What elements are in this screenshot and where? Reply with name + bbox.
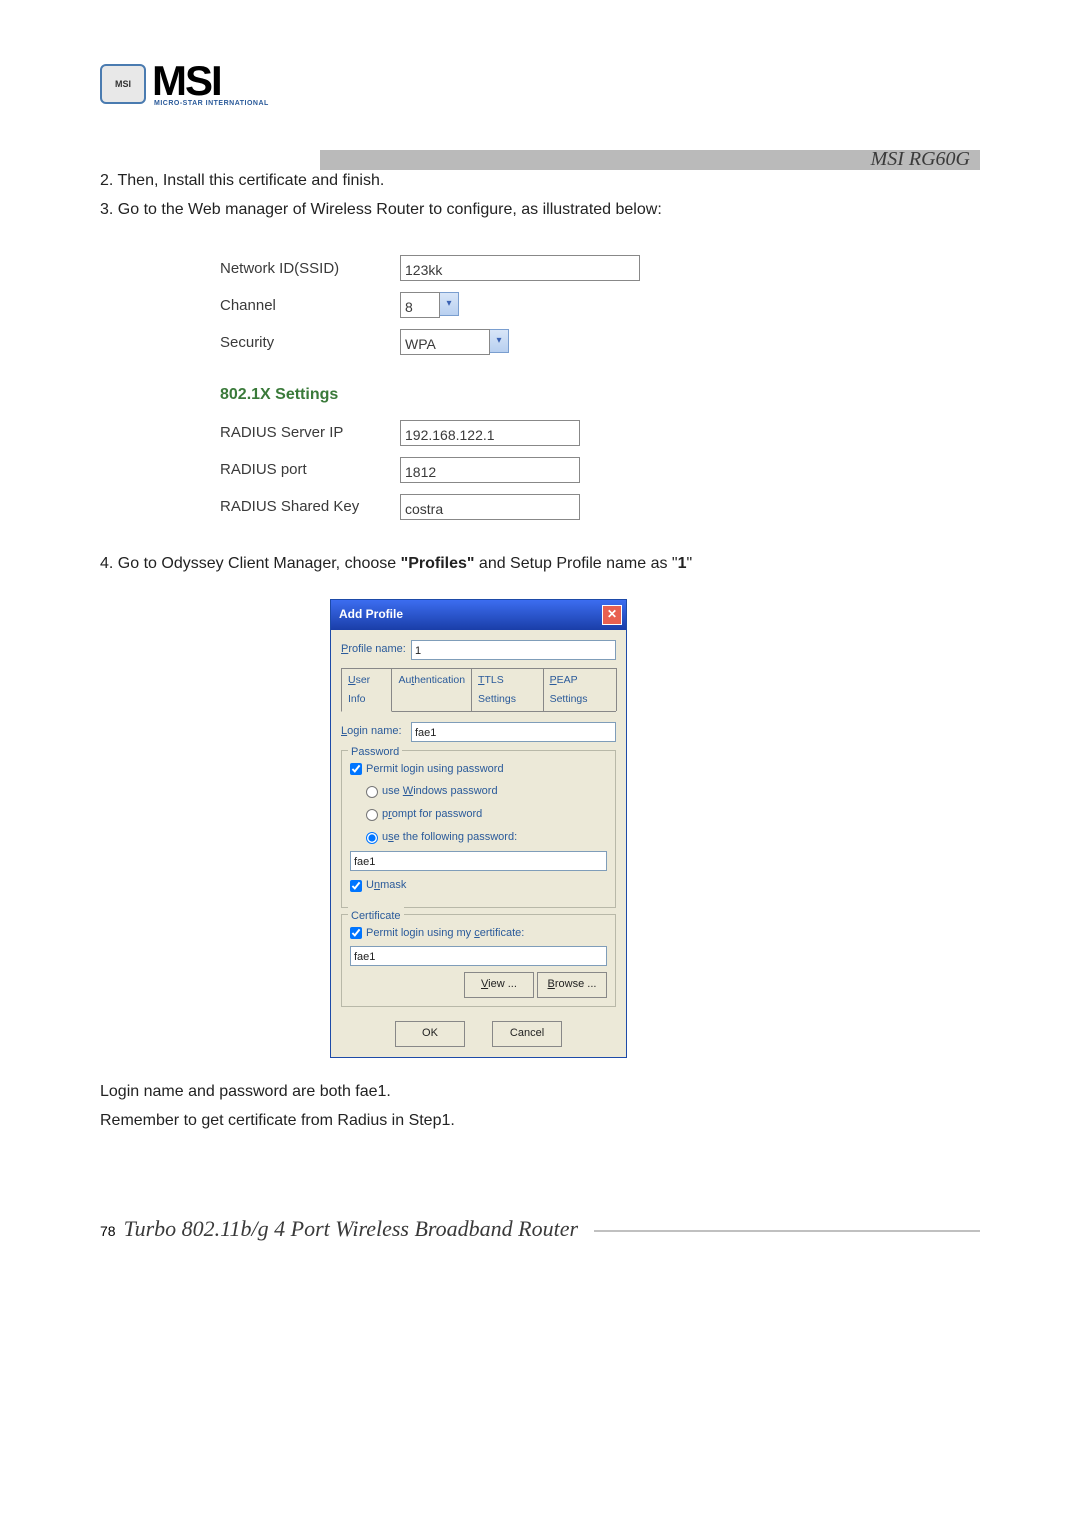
- use-windows-label: use Windows password: [382, 782, 498, 802]
- cancel-button[interactable]: Cancel: [492, 1021, 562, 1047]
- model-name: MSI RG60G: [871, 148, 970, 171]
- footer-divider: [594, 1230, 980, 1232]
- chevron-down-icon[interactable]: ▾: [490, 329, 509, 353]
- login-name-input[interactable]: fae1: [411, 722, 616, 742]
- profile-name-input[interactable]: 1: [411, 640, 616, 660]
- permit-certificate-label: Permit login using my certificate:: [366, 924, 524, 944]
- security-select[interactable]: WPA: [400, 329, 490, 355]
- channel-label: Channel: [220, 292, 400, 319]
- logo-text: MSI: [152, 60, 269, 102]
- browse-button[interactable]: Browse ...: [537, 972, 607, 998]
- 8021x-section-header: 802.1X Settings: [220, 381, 980, 410]
- ok-button[interactable]: OK: [395, 1021, 465, 1047]
- use-following-password-radio[interactable]: use the following password:: [366, 828, 607, 848]
- radius-port-label: RADIUS port: [220, 456, 400, 483]
- permit-certificate-checkbox[interactable]: Permit login using my certificate:: [350, 924, 607, 944]
- prompt-password-radio[interactable]: prompt for password: [366, 805, 607, 825]
- step-2-text: 2. Then, Install this certificate and fi…: [100, 167, 980, 196]
- step-3-text: 3. Go to the Web manager of Wireless Rou…: [100, 196, 980, 225]
- certificate-legend: Certificate: [348, 907, 404, 927]
- dialog-tabs: User Info Authentication TTLS Settings P…: [341, 668, 616, 712]
- login-name-label: Login name:: [341, 722, 411, 742]
- use-following-label: use the following password:: [382, 828, 517, 848]
- radius-ip-label: RADIUS Server IP: [220, 419, 400, 446]
- prompt-password-label: prompt for password: [382, 805, 482, 825]
- radius-ip-input[interactable]: 192.168.122.1: [400, 420, 580, 446]
- permit-password-checkbox[interactable]: Permit login using password: [350, 760, 607, 780]
- dialog-title-text: Add Profile: [339, 604, 403, 626]
- certificate-fieldset: Certificate Permit login using my certif…: [341, 914, 616, 1008]
- tab-peap-settings[interactable]: PEAP Settings: [543, 668, 617, 711]
- page-number: 78: [100, 1223, 116, 1239]
- note-1: Login name and password are both fae1.: [100, 1078, 980, 1107]
- permit-password-check-icon[interactable]: [350, 763, 362, 775]
- unmask-check-icon[interactable]: [350, 880, 362, 892]
- page-footer: 78 Turbo 802.11b/g 4 Port Wireless Broad…: [100, 1216, 980, 1242]
- tab-authentication[interactable]: Authentication: [391, 668, 472, 711]
- dialog-titlebar: Add Profile ✕: [331, 600, 626, 630]
- logo: MSI MSI MICRO-STAR INTERNATIONAL: [100, 60, 980, 107]
- step-4-text: 4. Go to Odyssey Client Manager, choose …: [100, 550, 980, 579]
- tab-user-info[interactable]: User Info: [341, 668, 392, 712]
- chevron-down-icon[interactable]: ▾: [440, 292, 459, 316]
- radius-port-input[interactable]: 1812: [400, 457, 580, 483]
- close-icon[interactable]: ✕: [602, 605, 622, 625]
- radio-icon[interactable]: [366, 832, 378, 844]
- add-profile-dialog: Add Profile ✕ Profile name: 1 User Info …: [330, 599, 627, 1058]
- radio-icon[interactable]: [366, 809, 378, 821]
- security-label: Security: [220, 329, 400, 356]
- certificate-input[interactable]: fae1: [350, 946, 607, 966]
- channel-select[interactable]: 8: [400, 292, 440, 318]
- ssid-input[interactable]: 123kk: [400, 255, 640, 281]
- tab-ttls-settings[interactable]: TTLS Settings: [471, 668, 544, 711]
- password-input[interactable]: fae1: [350, 851, 607, 871]
- unmask-label: Unmask: [366, 876, 406, 896]
- radius-key-label: RADIUS Shared Key: [220, 493, 400, 520]
- profile-name-label: Profile name:: [341, 640, 411, 660]
- unmask-checkbox[interactable]: Unmask: [350, 876, 607, 896]
- router-config-form: Network ID(SSID) 123kk Channel 8 ▾ Secur…: [220, 255, 980, 521]
- use-windows-password-radio[interactable]: use Windows password: [366, 782, 607, 802]
- logo-badge-icon: MSI: [100, 64, 146, 104]
- logo-subtitle: MICRO-STAR INTERNATIONAL: [154, 100, 269, 107]
- password-fieldset: Password Permit login using password use…: [341, 750, 616, 908]
- footer-title: Turbo 802.11b/g 4 Port Wireless Broadban…: [124, 1216, 578, 1242]
- permit-password-label: Permit login using password: [366, 760, 504, 780]
- view-button[interactable]: View ...: [464, 972, 534, 998]
- radio-icon[interactable]: [366, 786, 378, 798]
- radius-key-input[interactable]: costra: [400, 494, 580, 520]
- password-legend: Password: [348, 743, 402, 763]
- ssid-label: Network ID(SSID): [220, 255, 400, 282]
- note-2: Remember to get certificate from Radius …: [100, 1107, 980, 1136]
- permit-cert-check-icon[interactable]: [350, 927, 362, 939]
